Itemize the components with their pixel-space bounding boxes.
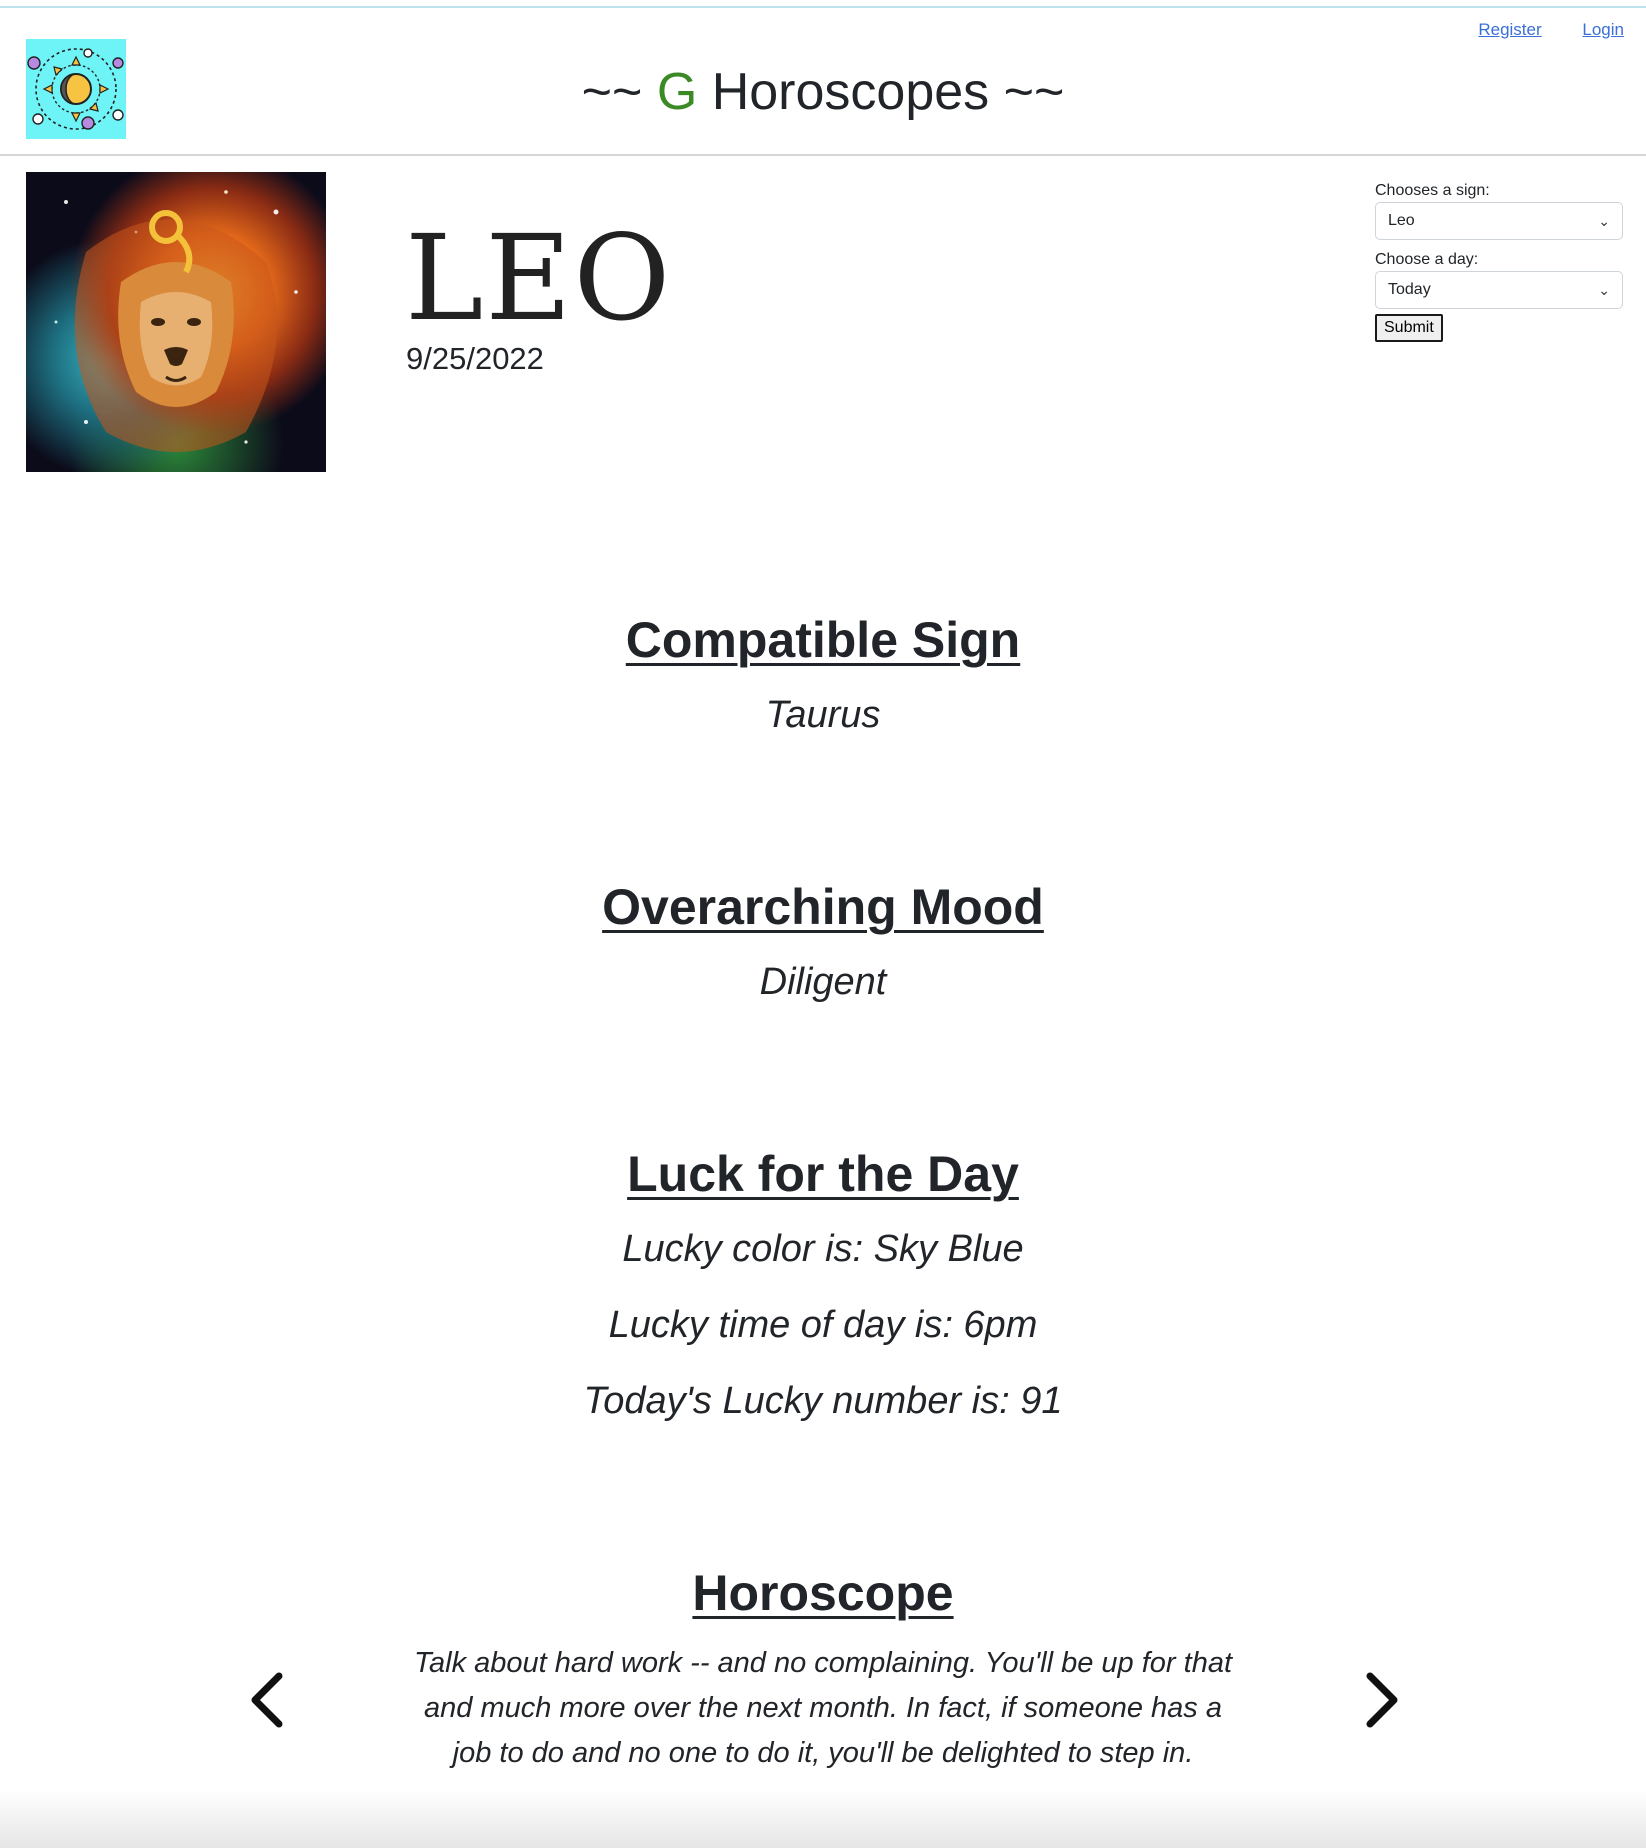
submit-button[interactable]: Submit	[1375, 314, 1443, 342]
sign-date: 9/25/2022	[406, 341, 544, 376]
register-link[interactable]: Register	[1478, 20, 1541, 39]
carousel-next-button[interactable]	[1348, 1668, 1408, 1732]
leo-lion-image	[26, 172, 326, 472]
sign-selection-form: Chooses a sign: Leo ⌄ Choose a day: Toda…	[1375, 180, 1623, 342]
day-select-label: Choose a day:	[1375, 251, 1479, 268]
lucky-time: Lucky time of day is: 6pm	[608, 1304, 1038, 1346]
horoscope-text: Talk about hard work -- and no complaini…	[413, 1647, 1233, 1769]
luck-heading: Luck for the Day	[627, 1146, 1019, 1202]
site-title-suffix: Horoscopes ~~	[697, 63, 1065, 121]
horoscope-heading: Horoscope	[692, 1565, 954, 1621]
sign-select-value: Leo	[1388, 212, 1415, 229]
bottom-fade	[0, 1790, 1646, 1848]
day-select[interactable]: Today ⌄	[1375, 271, 1623, 309]
site-title-prefix: ~~	[581, 63, 657, 121]
chevron-left-icon	[251, 1672, 283, 1728]
chevron-down-icon: ⌄	[1598, 282, 1610, 298]
chevron-right-icon	[1366, 1672, 1398, 1728]
lucky-number: Today's Lucky number is: 91	[583, 1380, 1063, 1422]
site-title-accent: G	[656, 63, 698, 121]
mood-section: Overarching Mood Diligent	[0, 877, 1646, 1005]
sign-select-label: Chooses a sign:	[1375, 182, 1490, 199]
carousel-prev-button[interactable]	[241, 1668, 301, 1732]
lucky-color: Lucky color is: Sky Blue	[622, 1228, 1024, 1270]
site-title: ~~ G Horoscopes ~~	[0, 60, 1646, 124]
luck-section: Luck for the Day Lucky color is: Sky Blu…	[0, 1144, 1646, 1424]
login-link[interactable]: Login	[1582, 20, 1624, 39]
day-select-value: Today	[1388, 281, 1431, 298]
sign-name: LEO	[405, 209, 673, 347]
compatible-sign-value: Taurus	[765, 694, 881, 736]
site-header: ~~ G Horoscopes ~~ Register Login	[0, 8, 1646, 156]
sign-select[interactable]: Leo ⌄	[1375, 202, 1623, 240]
auth-links: Register Login	[1442, 20, 1624, 40]
mood-value: Diligent	[759, 961, 887, 1003]
compatible-sign-heading: Compatible Sign	[625, 612, 1021, 668]
chevron-down-icon: ⌄	[1598, 213, 1610, 229]
compatible-sign-section: Compatible Sign Taurus	[0, 610, 1646, 738]
mood-heading: Overarching Mood	[602, 879, 1044, 935]
